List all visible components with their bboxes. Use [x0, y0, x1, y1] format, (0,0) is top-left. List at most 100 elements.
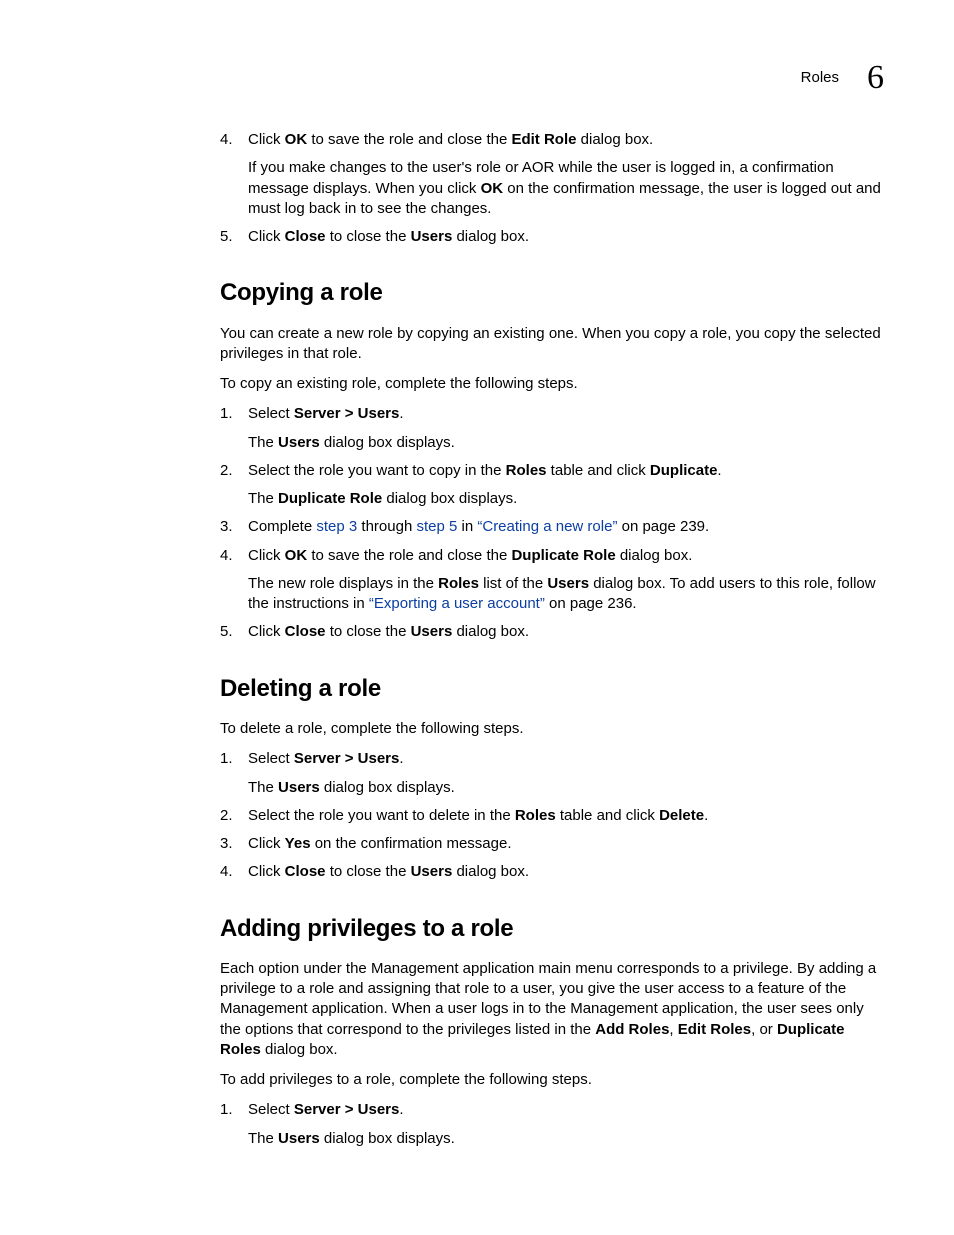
step-number: 4. [220, 862, 248, 882]
bold-text: Users [411, 863, 453, 880]
cross-reference-link[interactable]: Exporting a user account [369, 595, 545, 612]
step-subtext: If you make changes to the user's role o… [248, 158, 884, 219]
step-body: Complete step 3 through step 5 in Creati… [248, 517, 884, 537]
step-text: Click Close to close the Users dialog bo… [248, 227, 884, 247]
step-item: 1.Select Server > Users. The Users dialog… [220, 1100, 884, 1149]
bold-text: Delete [659, 807, 704, 824]
cross-reference-link[interactable]: step 3 [316, 518, 357, 535]
bold-text: Server > Users [294, 750, 400, 767]
step-text: Complete step 3 through step 5 in Creati… [248, 517, 884, 537]
adding-steps: 1.Select Server > Users. The Users dialog… [220, 1100, 884, 1149]
bold-text: Add Roles [595, 1021, 669, 1038]
step-number: 5. [220, 622, 248, 642]
step-body: Click OK to save the role and close the … [248, 546, 884, 615]
step-item: 5.Click Close to close the Users dialog … [220, 227, 884, 247]
step-item: 3.Click Yes on the confirmation message. [220, 834, 884, 854]
step-text: Select Server > Users. [248, 404, 884, 424]
bold-text: Users [547, 575, 589, 592]
running-header-title: Roles [801, 68, 839, 88]
deleting-intro: To delete a role, complete the following… [220, 719, 884, 739]
step-subtext: The Users dialog box displays. [248, 778, 884, 798]
step-item: 5.Click Close to close the Users dialog … [220, 622, 884, 642]
step-item: 4.Click Close to close the Users dialog … [220, 862, 884, 882]
step-item: 4.Click OK to save the role and close th… [220, 546, 884, 615]
step-item: 2.Select the role you want to copy in th… [220, 461, 884, 510]
bold-text: OK [285, 131, 308, 148]
step-item: 1.Select Server > Users. The Users dialog… [220, 404, 884, 453]
bold-text: Users [411, 228, 453, 245]
step-body: Select the role you want to copy in the … [248, 461, 884, 510]
bold-text: OK [285, 547, 308, 564]
step-body: Click Yes on the confirmation message. [248, 834, 884, 854]
step-item: 4.Click OK to save the role and close th… [220, 130, 884, 219]
step-number: 4. [220, 546, 248, 615]
bold-text: Close [285, 863, 326, 880]
step-number: 4. [220, 130, 248, 219]
step-body: Select Server > Users. The Users dialog b… [248, 1100, 884, 1149]
step-subtext: The Users dialog box displays. [248, 433, 884, 453]
bold-text: Edit Role [511, 131, 576, 148]
step-number: 2. [220, 806, 248, 826]
step-text: Click OK to save the role and close the … [248, 546, 884, 566]
step-number: 1. [220, 1100, 248, 1149]
step-subtext: The new role displays in the Roles list … [248, 574, 884, 615]
step-text: Select the role you want to copy in the … [248, 461, 884, 481]
step-number: 3. [220, 834, 248, 854]
step-text: Select the role you want to delete in th… [248, 806, 884, 826]
step-number: 2. [220, 461, 248, 510]
heading-deleting-a-role: Deleting a role [220, 673, 884, 705]
bold-text: Close [285, 228, 326, 245]
bold-text: Server > Users [294, 1101, 400, 1118]
step-text: Click Close to close the Users dialog bo… [248, 862, 884, 882]
copying-intro-2: To copy an existing role, complete the f… [220, 374, 884, 394]
bold-text: Close [285, 623, 326, 640]
step-number: 1. [220, 404, 248, 453]
step-body: Click Close to close the Users dialog bo… [248, 227, 884, 247]
bold-text: Duplicate [650, 462, 718, 479]
cross-reference-link[interactable]: step 5 [416, 518, 457, 535]
step-body: Select the role you want to delete in th… [248, 806, 884, 826]
step-text: Click OK to save the role and close the … [248, 130, 884, 150]
heading-copying-a-role: Copying a role [220, 277, 884, 309]
step-number: 5. [220, 227, 248, 247]
adding-intro-1: Each option under the Management applica… [220, 959, 884, 1060]
chapter-number: 6 [867, 55, 884, 101]
step-subtext: The Duplicate Role dialog box displays. [248, 489, 884, 509]
step-body: Click Close to close the Users dialog bo… [248, 862, 884, 882]
bold-text: Duplicate Roles [220, 1021, 844, 1058]
deleting-steps: 1.Select Server > Users. The Users dialog… [220, 749, 884, 882]
step-text: Select Server > Users. [248, 1100, 884, 1120]
bold-text: Users [278, 1130, 320, 1147]
bold-text: OK [481, 180, 504, 197]
copying-intro-1: You can create a new role by copying an … [220, 324, 884, 365]
step-number: 3. [220, 517, 248, 537]
bold-text: Duplicate Role [278, 490, 382, 507]
bold-text: Roles [506, 462, 547, 479]
step-item: 1.Select Server > Users. The Users dialog… [220, 749, 884, 798]
page: Roles 6 4.Click OK to save the role and … [0, 0, 954, 1235]
heading-adding-privileges: Adding privileges to a role [220, 913, 884, 945]
step-body: Select Server > Users. The Users dialog b… [248, 404, 884, 453]
continued-steps: 4.Click OK to save the role and close th… [220, 130, 884, 247]
step-subtext: The Users dialog box displays. [248, 1129, 884, 1149]
bold-text: Yes [285, 835, 311, 852]
bold-text: Users [278, 434, 320, 451]
cross-reference-link[interactable]: Creating a new role [477, 518, 617, 535]
bold-text: Duplicate Role [511, 547, 615, 564]
adding-intro-2: To add privileges to a role, complete th… [220, 1070, 884, 1090]
copying-steps: 1.Select Server > Users. The Users dialog… [220, 404, 884, 642]
step-text: Click Close to close the Users dialog bo… [248, 622, 884, 642]
page-content: 4.Click OK to save the role and close th… [220, 55, 884, 1149]
step-text: Select Server > Users. [248, 749, 884, 769]
step-text: Click Yes on the confirmation message. [248, 834, 884, 854]
step-body: Click OK to save the role and close the … [248, 130, 884, 219]
step-body: Click Close to close the Users dialog bo… [248, 622, 884, 642]
step-item: 3.Complete step 3 through step 5 in Crea… [220, 517, 884, 537]
bold-text: Roles [515, 807, 556, 824]
step-number: 1. [220, 749, 248, 798]
running-header: Roles 6 [801, 55, 884, 101]
bold-text: Users [411, 623, 453, 640]
bold-text: Users [278, 779, 320, 796]
bold-text: Roles [438, 575, 479, 592]
bold-text: Edit Roles [678, 1021, 751, 1038]
